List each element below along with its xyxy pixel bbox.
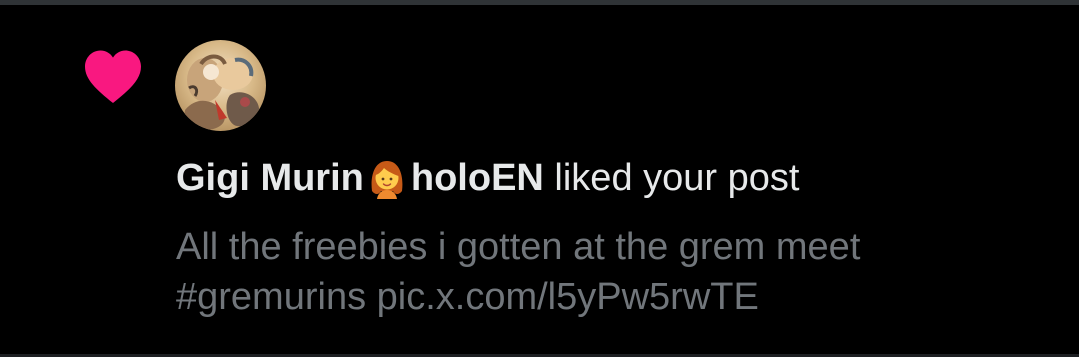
woman-emoji-icon <box>365 155 409 199</box>
heart-icon <box>82 48 144 104</box>
post-text-line2: #gremurins pic.x.com/l5yPw5rwTE <box>176 272 1056 322</box>
post-preview[interactable]: All the freebies i gotten at the grem me… <box>176 222 1056 322</box>
post-text-line1: All the freebies i gotten at the grem me… <box>176 226 861 268</box>
like-notification[interactable]: Gigi Murin holoEN liked your post All th… <box>0 0 1079 357</box>
user-avatar[interactable] <box>175 40 266 131</box>
action-text: liked your post <box>554 157 800 199</box>
media-link[interactable]: pic.x.com/l5yPw5rwTE <box>377 276 759 318</box>
display-name-part1: Gigi Murin <box>176 157 364 199</box>
user-display-name[interactable]: Gigi Murin holoEN <box>176 157 544 199</box>
hashtag-link[interactable]: #gremurins <box>176 276 366 318</box>
notification-headline: Gigi Murin holoEN liked your post <box>176 155 799 201</box>
display-name-part2: holoEN <box>410 157 544 199</box>
